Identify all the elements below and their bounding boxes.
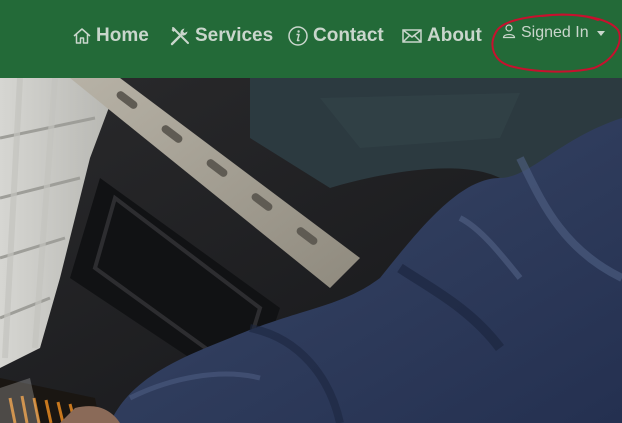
tools-icon bbox=[169, 25, 195, 47]
nav-services-label: Services bbox=[195, 25, 274, 46]
account-dropdown-toggle[interactable]: Signed In bbox=[502, 22, 605, 44]
chevron-down-icon bbox=[596, 30, 605, 36]
info-icon bbox=[287, 25, 313, 47]
nav-home-link[interactable]: Home bbox=[72, 22, 149, 50]
nav-about-link[interactable]: About bbox=[401, 22, 482, 50]
envelope-icon bbox=[401, 25, 427, 47]
nav-services-link[interactable]: Services bbox=[169, 22, 273, 50]
account-label: Signed In bbox=[521, 24, 589, 41]
top-navbar: Home Services Contact About Signed In bbox=[0, 0, 622, 78]
nav-home-label: Home bbox=[96, 25, 149, 46]
hero-image bbox=[0, 78, 622, 423]
nav-about-label: About bbox=[427, 25, 482, 46]
nav-contact-label: Contact bbox=[313, 25, 384, 46]
home-icon bbox=[72, 26, 96, 46]
nav-contact-link[interactable]: Contact bbox=[287, 22, 384, 50]
user-icon bbox=[502, 23, 521, 44]
